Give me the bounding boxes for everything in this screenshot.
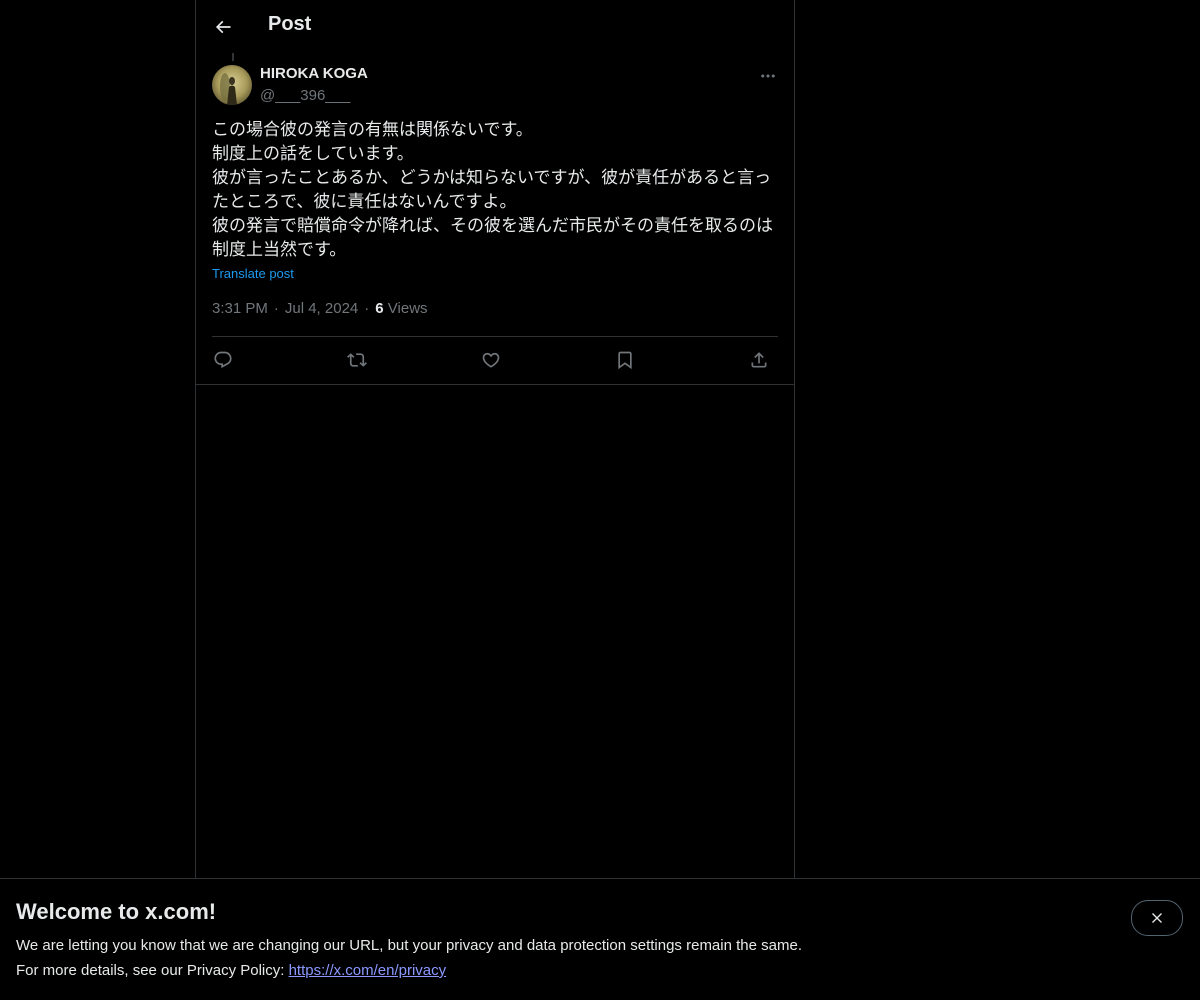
close-banner-button[interactable] [1131,900,1183,936]
close-icon [1152,913,1162,923]
author-display-name[interactable]: HIROKA KOGA [260,65,368,82]
more-options-button[interactable] [754,62,782,90]
bookmark-button[interactable] [608,343,642,377]
welcome-banner: Welcome to x.com! We are letting you kno… [0,878,1200,1000]
post-text-line: この場合彼の発言の有無は関係ないです。 [212,120,533,140]
post-time[interactable]: 3:31 PM [212,300,268,317]
post-metadata: 3:31 PM · Jul 4, 2024 · 6 Views [212,300,428,317]
like-button[interactable] [474,343,508,377]
views: 6 Views [375,300,427,317]
back-button[interactable] [206,10,240,44]
post-date[interactable]: Jul 4, 2024 [285,300,358,317]
views-label: Views [387,300,428,317]
thread-connector-line [232,53,234,61]
reply-button[interactable] [206,343,240,377]
banner-privacy-line: For more details, see our Privacy Policy… [16,962,446,979]
page-title: Post [268,13,312,35]
bookmark-icon [618,351,632,370]
like-icon [482,352,500,368]
share-icon [751,352,767,368]
privacy-policy-link[interactable]: https://x.com/en/privacy [289,962,447,979]
post-text: この場合彼の発言の有無は関係ないです。 制度上の話をしています。 彼が言ったこと… [212,118,778,262]
post-text-line: 制度上の話をしています。 [212,144,414,164]
repost-button[interactable] [340,343,374,377]
meta-separator: · [364,300,370,317]
share-button[interactable] [742,343,776,377]
avatar[interactable] [212,65,252,105]
post-text-line: 制度上当然です。 [212,240,347,260]
banner-title: Welcome to x.com! [16,899,217,924]
translate-post-link[interactable]: Translate post [212,266,294,281]
top-bar: Post [196,0,794,53]
arrow-left-icon [215,20,231,34]
divider [212,336,778,337]
banner-message: We are letting you know that we are chan… [16,937,802,954]
more-dots-icon [761,74,775,78]
meta-separator: · [273,300,279,317]
post-text-line: 彼が言ったことあるか、どうかは知らないですが、彼が責任があると言っ [212,168,772,188]
avatar-image [212,65,252,105]
repost-icon [347,353,367,367]
reply-icon [214,351,232,369]
post-text-line: たところで、彼に責任はないんですよ。 [212,192,517,212]
action-bar [212,343,778,377]
divider [196,384,794,385]
post-text-line: 彼の発言で賠償命令が降れば、その彼を選んだ市民がその責任を取るのは [212,216,773,236]
author-handle[interactable]: @___396___ [260,87,350,104]
views-count: 6 [375,300,384,317]
main-column: Post HIROKA KOGA @___396___ この場合彼の発言の有無は… [195,0,795,878]
banner-privacy-prefix: For more details, see our Privacy Policy… [16,962,289,979]
